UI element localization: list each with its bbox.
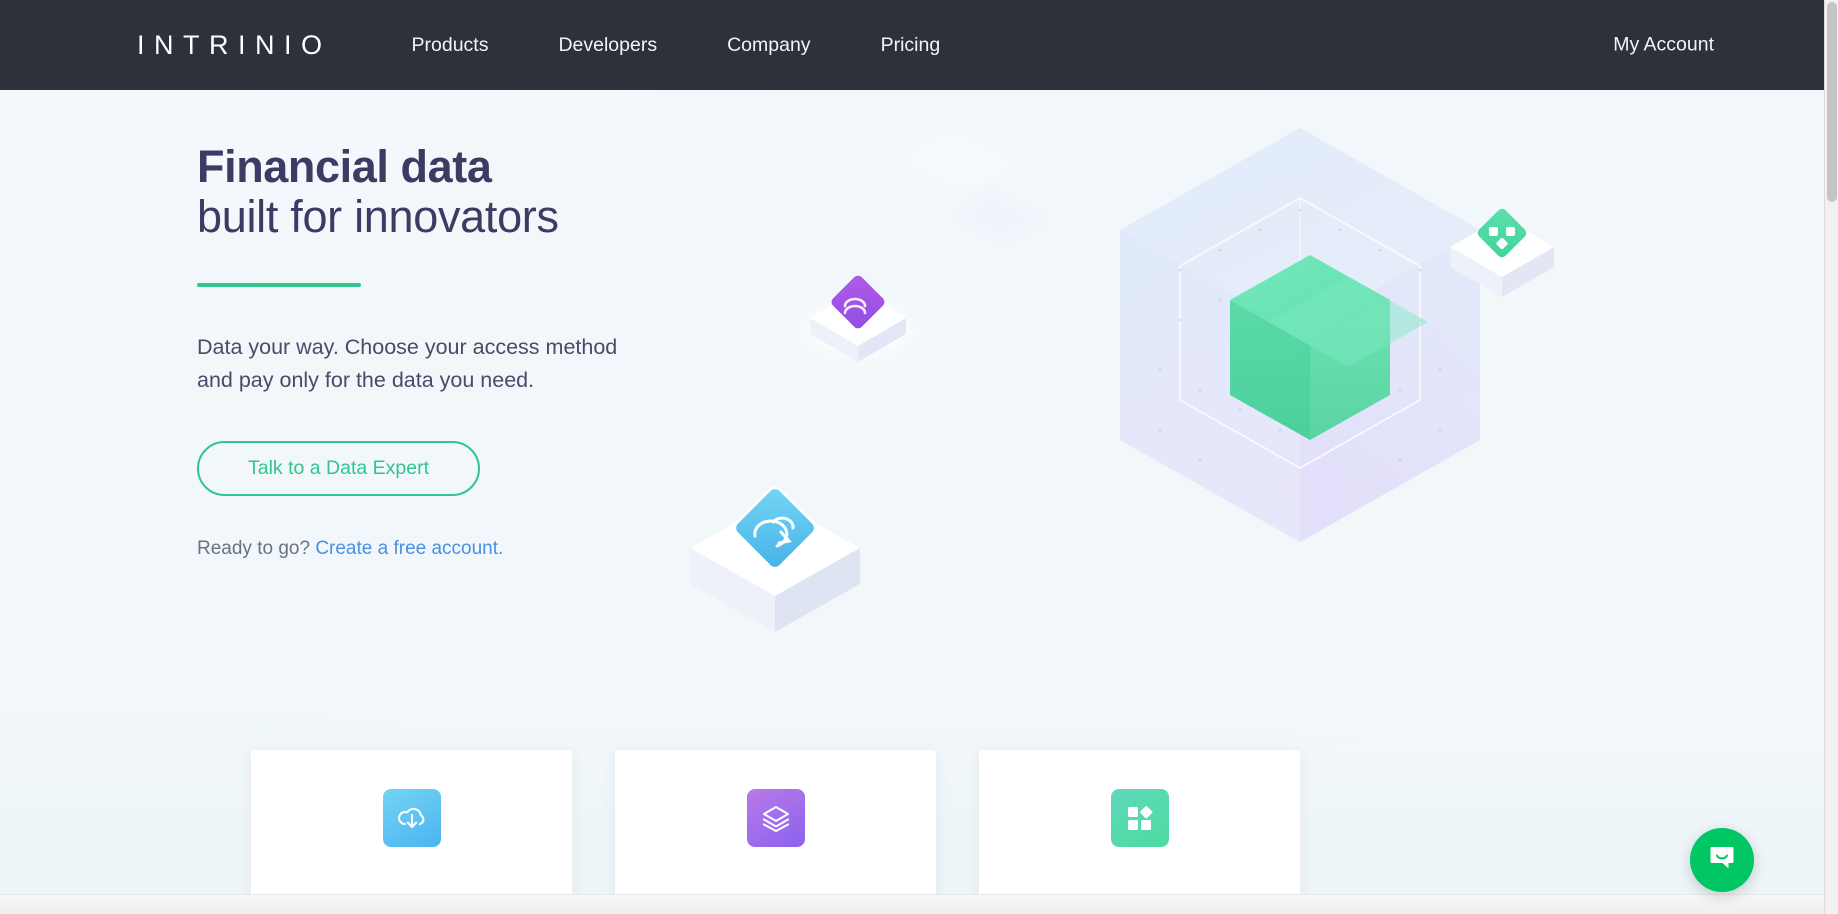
- chat-bubble-icon: [1706, 842, 1738, 879]
- talk-to-data-expert-button[interactable]: Talk to a Data Expert: [197, 441, 480, 497]
- layers-icon: [746, 789, 805, 847]
- hero-illustration: [660, 90, 1660, 690]
- card-applications[interactable]: [979, 750, 1300, 914]
- page-bottom-strip: [0, 894, 1824, 914]
- vertical-scrollbar[interactable]: [1824, 0, 1838, 914]
- hero-headline-line2: built for innovators: [197, 191, 559, 243]
- hero-headline-line1: Financial data: [197, 141, 492, 192]
- nav-item-developers[interactable]: Developers: [558, 24, 657, 67]
- nav-item-products[interactable]: Products: [412, 24, 489, 67]
- top-navigation-bar: INTRINIO Products Developers Company Pri…: [0, 0, 1824, 90]
- my-account-link[interactable]: My Account: [1613, 34, 1714, 57]
- scrollbar-thumb[interactable]: [1827, 2, 1837, 202]
- nav-item-pricing[interactable]: Pricing: [881, 24, 941, 67]
- hero-section: Financial data built for innovators Data…: [0, 90, 1824, 770]
- hero-subtext: Data your way. Choose your access method…: [197, 334, 618, 393]
- card-data-feeds[interactable]: [615, 750, 936, 914]
- nav-links: Products Developers Company Pricing: [412, 24, 941, 67]
- ready-to-go-text: Ready to go?: [197, 538, 316, 560]
- feature-cards-row: [251, 750, 1300, 914]
- page-viewport: INTRINIO Products Developers Company Pri…: [0, 0, 1838, 914]
- feature-cards-band: [0, 700, 1824, 914]
- intrinio-logo[interactable]: INTRINIO: [137, 30, 332, 61]
- card-bulk-download[interactable]: [251, 750, 572, 914]
- intercom-chat-button[interactable]: [1690, 828, 1754, 892]
- create-free-account-link[interactable]: Create a free account.: [315, 538, 503, 559]
- hero-accent-divider: [197, 282, 361, 287]
- cloud-download-icon: [382, 789, 441, 847]
- hero-copy: Financial data built for innovators Data…: [197, 141, 797, 560]
- nav-item-company[interactable]: Company: [727, 24, 810, 67]
- ready-to-go-line: Ready to go? Create a free account.: [197, 538, 797, 560]
- apps-grid-icon: [1110, 789, 1169, 847]
